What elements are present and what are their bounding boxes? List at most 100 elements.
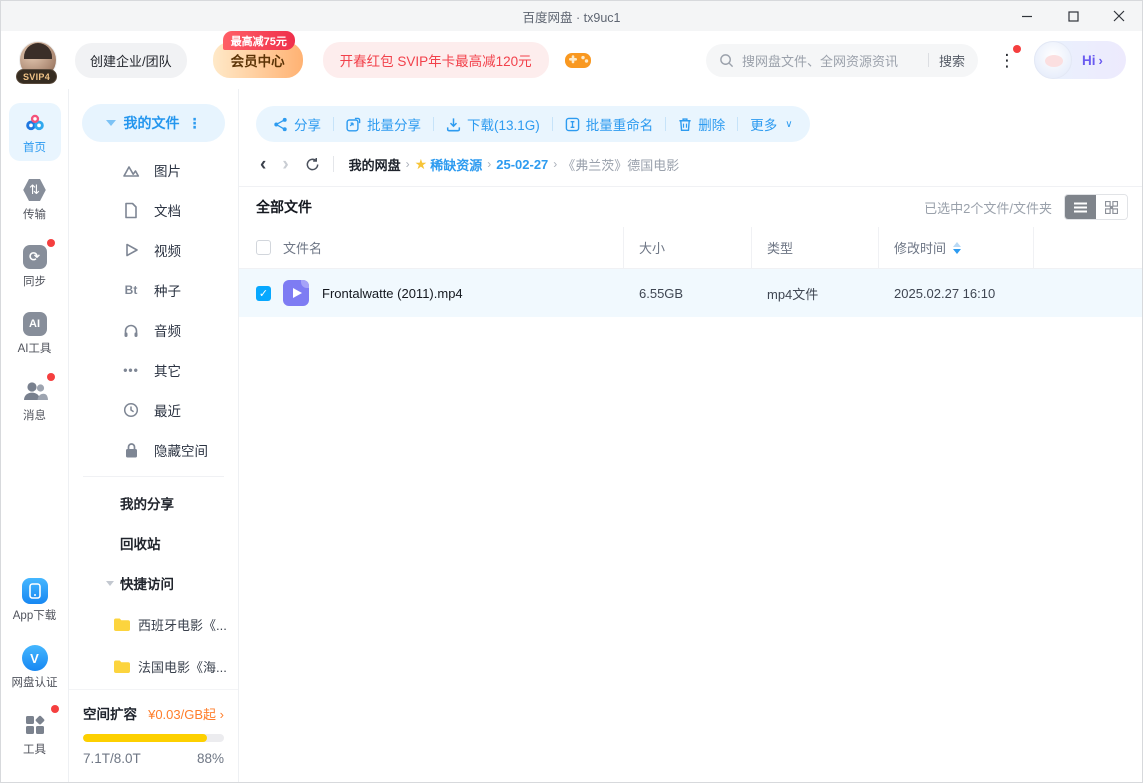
sidebar-item-hidden-space[interactable]: 隐藏空间 — [69, 430, 238, 470]
column-header-modified[interactable]: 修改时间 — [879, 227, 1034, 268]
quick-access-label: 快捷访问 — [120, 577, 174, 592]
delete-button[interactable]: 删除 — [678, 114, 725, 134]
breadcrumb-separator: › — [487, 157, 492, 171]
title-bar: 百度网盘 · tx9uc1 — [1, 1, 1142, 31]
documents-label: 文档 — [154, 204, 181, 219]
audio-icon — [121, 323, 141, 338]
sidebar-item-torrents[interactable]: Bt 种子 — [69, 270, 238, 310]
torrents-label: 种子 — [154, 284, 181, 299]
main-content: 分享 批量分享 下载(13.1G) 批量重命名 删除 更多 ∨ ‹ › 我的网盘… — [239, 89, 1142, 782]
sidebar-item-audio[interactable]: 音频 — [69, 310, 238, 350]
netdisk-logo-icon — [22, 110, 48, 136]
sidebar: 我的文件 ⋮ 图片 文档 视频 Bt 种子 音频 ••• 其它 最近 隐藏空间 … — [69, 89, 239, 782]
minimize-button[interactable] — [1004, 1, 1050, 31]
close-button[interactable] — [1096, 1, 1142, 31]
rail-item-sync[interactable]: ⟳ 同步 — [9, 237, 61, 295]
download-icon — [446, 117, 461, 131]
search-input[interactable]: 搜网盘文件、全网资源资讯 — [742, 51, 918, 70]
select-all-checkbox[interactable] — [256, 240, 271, 255]
pictures-label: 图片 — [154, 164, 181, 179]
folder-label: 法国电影《海... — [138, 659, 227, 675]
download-button[interactable]: 下载(13.1G) — [446, 114, 540, 134]
my-files-menu-icon[interactable]: ⋮ — [188, 116, 202, 130]
toolbar-separator — [433, 117, 434, 131]
row-checkbox[interactable]: ✓ — [256, 285, 271, 301]
app-download-icon — [21, 578, 48, 604]
sort-icon[interactable] — [953, 241, 962, 254]
sidebar-item-my-shares[interactable]: 我的分享 — [69, 483, 238, 523]
storage-usage: 7.1T/8.0T — [83, 751, 141, 766]
breadcrumb-my-drive[interactable]: 我的网盘 — [349, 155, 401, 174]
action-toolbar: 分享 批量分享 下载(13.1G) 批量重命名 删除 更多 ∨ — [256, 106, 810, 142]
batch-share-button[interactable]: 批量分享 — [346, 114, 421, 134]
tools-grid-icon — [22, 712, 48, 738]
create-team-button[interactable]: 创建企业/团队 — [75, 42, 187, 78]
file-row[interactable]: ✓ Frontalwatte (2011).mp4 6.55GB mp4文件 2… — [239, 269, 1142, 317]
maximize-icon — [1067, 10, 1079, 22]
search-box[interactable]: 搜网盘文件、全网资源资讯 搜索 — [706, 43, 978, 77]
more-button[interactable]: 更多 ∨ — [750, 114, 792, 134]
quick-folder-french-movie[interactable]: 法国电影《海... — [69, 645, 238, 687]
my-files-label: 我的文件 — [123, 115, 180, 131]
list-view-button[interactable] — [1065, 195, 1096, 219]
game-center-button[interactable] — [564, 49, 592, 71]
kebab-menu-icon: ⋮ — [998, 50, 1016, 70]
sidebar-item-my-files[interactable]: 我的文件 ⋮ — [82, 104, 225, 142]
sidebar-item-documents[interactable]: 文档 — [69, 190, 238, 230]
hidden-space-label: 隐藏空间 — [154, 444, 208, 459]
toolbar-separator — [665, 117, 667, 131]
rail-item-transfer[interactable]: ⇅ 传输 — [9, 170, 61, 228]
rail-item-ai-tools[interactable]: AI AI工具 — [9, 304, 61, 362]
breadcrumb-rare-resources[interactable]: 稀缺资源 — [430, 155, 482, 174]
batch-rename-button[interactable]: 批量重命名 — [565, 114, 653, 134]
storage-price-link[interactable]: ¥0.03/GB起 › — [148, 704, 224, 723]
rail-item-messages[interactable]: 消息 — [9, 371, 61, 429]
chevron-right-icon: › — [219, 706, 224, 722]
vip-center-button[interactable]: 会员中心 最高减75元 — [212, 31, 303, 78]
sync-icon: ⟳ — [22, 244, 48, 270]
breadcrumb-date-folder[interactable]: 25-02-27 — [496, 157, 548, 172]
file-size: 6.55GB — [639, 285, 684, 301]
left-rail: 首页 ⇅ 传输 ⟳ 同步 AI AI工具 消息 App下载 V 网盘认证 工具 — [1, 89, 69, 782]
transfer-icon: ⇅ — [22, 177, 48, 203]
sidebar-item-videos[interactable]: 视频 — [69, 230, 238, 270]
nav-forward-button[interactable]: › — [282, 155, 288, 174]
storage-percent: 88% — [196, 751, 224, 766]
user-avatar[interactable]: SVIP4 — [16, 41, 58, 84]
grid-view-button[interactable] — [1096, 195, 1127, 219]
svip-badge: SVIP4 — [16, 69, 58, 84]
quick-folder-spanish-movie[interactable]: 西班牙电影《... — [69, 603, 238, 645]
vip-discount-badge: 最高减75元 — [222, 31, 295, 50]
file-name[interactable]: Frontalwatte (2011).mp4 — [322, 286, 463, 301]
rail-item-verification[interactable]: V 网盘认证 — [9, 638, 61, 696]
sidebar-item-quick-access[interactable]: 快捷访问 — [69, 563, 238, 603]
rail-label-home: 首页 — [23, 142, 46, 154]
refresh-button[interactable] — [305, 157, 320, 172]
nav-back-button[interactable]: ‹ — [260, 155, 266, 174]
search-button[interactable]: 搜索 — [939, 51, 965, 70]
sidebar-item-recent[interactable]: 最近 — [69, 390, 238, 430]
share-button[interactable]: 分享 — [273, 114, 321, 134]
sidebar-item-others[interactable]: ••• 其它 — [69, 350, 238, 390]
more-menu-button[interactable]: ⋮ — [990, 43, 1024, 77]
sidebar-item-pictures[interactable]: 图片 — [69, 150, 238, 190]
quick-access-triangle-icon — [106, 580, 114, 586]
column-header-size[interactable]: 大小 — [624, 227, 752, 268]
toolbar-separator — [737, 117, 739, 131]
column-header-type[interactable]: 类型 — [752, 227, 879, 268]
rail-item-home[interactable]: 首页 — [8, 103, 61, 161]
sidebar-item-recycle-bin[interactable]: 回收站 — [69, 523, 238, 563]
rail-item-app-download[interactable]: App下载 — [9, 571, 61, 629]
assistant-button[interactable]: Hi › — [1034, 41, 1126, 79]
rail-item-tools[interactable]: 工具 — [9, 705, 61, 763]
rail-label-app-download: App下载 — [12, 610, 57, 622]
window-controls — [1004, 1, 1142, 31]
audio-label: 音频 — [154, 324, 181, 339]
file-name-cell[interactable]: Frontalwatte (2011).mp4 — [280, 280, 624, 306]
column-header-name[interactable]: 文件名 — [280, 227, 624, 268]
window-title: 百度网盘 · tx9uc1 — [522, 10, 621, 25]
maximize-button[interactable] — [1050, 1, 1096, 31]
selection-status: 已选中2个文件/文件夹 — [924, 200, 1052, 216]
promo-banner[interactable]: 开春红包 SVIP年卡最高减120元 — [322, 42, 549, 78]
star-icon: ★ — [414, 155, 428, 172]
